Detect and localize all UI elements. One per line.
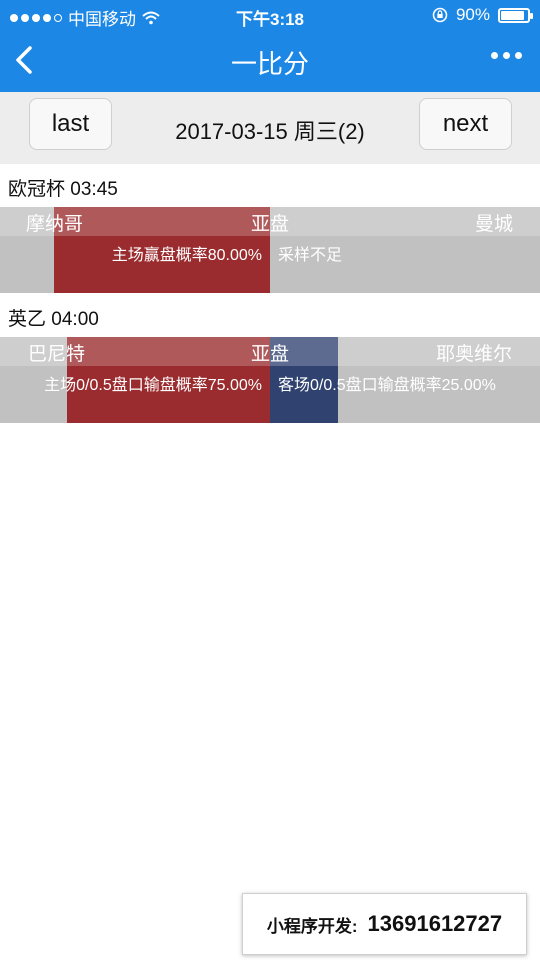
away-prob-text: 采样不足 xyxy=(278,247,343,264)
away-prob-text: 客场0/0.5盘口输盘概率25.00% xyxy=(278,377,496,394)
top-bar: 中国移动 下午3:18 90% 一比分 xyxy=(0,0,540,92)
league-time: 欧冠杯 03:45 xyxy=(8,179,118,200)
status-bar: 中国移动 下午3:18 90% xyxy=(0,0,540,30)
odds-bar: 巴尼特 亚盘 耶奥维尔 主场0/0.5盘口输盘概率75.00% 客场0/0.5盘… xyxy=(0,337,540,423)
current-date: 2017-03-15 周三(2) xyxy=(175,119,365,144)
battery-fill xyxy=(501,10,524,20)
league-time: 英乙 04:00 xyxy=(8,309,99,330)
status-right: 90% xyxy=(432,5,533,25)
rotation-lock-icon xyxy=(432,7,448,23)
home-team: 巴尼特 xyxy=(28,344,86,365)
promo-banner[interactable]: 小程序开发: 13691612727 xyxy=(242,893,527,955)
more-button[interactable] xyxy=(491,52,522,59)
away-team: 耶奥维尔 xyxy=(435,344,512,365)
battery-percent: 90% xyxy=(455,5,490,24)
market-label: 亚盘 xyxy=(250,214,289,235)
date-bar: last 2017-03-15 周三(2) next xyxy=(0,92,540,164)
page-title: 一比分 xyxy=(230,49,309,79)
odds-bar: 摩纳哥 亚盘 曼城 主场赢盘概率80.00% 采样不足 xyxy=(0,207,540,293)
home-team: 摩纳哥 xyxy=(26,214,84,235)
home-prob-text: 主场0/0.5盘口输盘概率75.00% xyxy=(44,377,262,394)
home-prob-text: 主场赢盘概率80.00% xyxy=(111,247,262,264)
promo-phone: 13691612727 xyxy=(367,911,503,936)
promo-label: 小程序开发: xyxy=(266,916,358,936)
last-button[interactable]: last xyxy=(29,98,112,150)
nav-bar: 一比分 xyxy=(0,30,540,92)
market-label: 亚盘 xyxy=(250,344,289,365)
battery-icon xyxy=(498,7,533,23)
more-icon xyxy=(491,52,498,59)
next-button[interactable]: next xyxy=(419,98,512,150)
away-team: 曼城 xyxy=(474,214,513,235)
